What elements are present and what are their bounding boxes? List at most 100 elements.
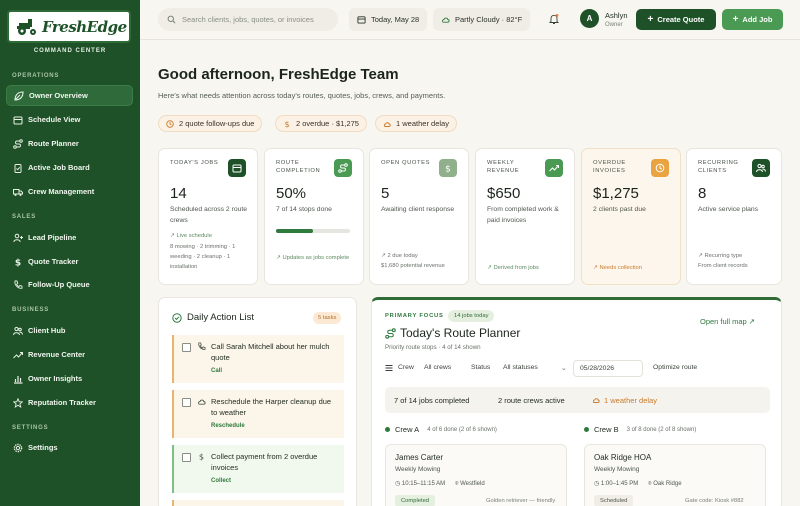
route-stats-bar: 7 of 14 jobs completed 2 route crews act…: [385, 387, 770, 413]
sidebar-item-client-hub[interactable]: Client Hub: [6, 320, 133, 341]
sidebar-item-lead-pipeline[interactable]: Lead Pipeline: [6, 227, 133, 248]
date-pill[interactable]: Today, May 28: [349, 8, 428, 31]
sidebar-item-label: Client Hub: [28, 326, 66, 335]
crew-meta: 4 of 6 done (2 of 6 shown): [427, 426, 497, 433]
card-label: TODAY'S JOBS: [170, 160, 219, 166]
sidebar-item-route-planner[interactable]: Route Planner: [6, 133, 133, 154]
task-item[interactable]: [172, 500, 344, 506]
task-tag: Call: [211, 368, 223, 374]
task-text: Reschedule the Harper cleanup due to wea…: [211, 397, 332, 417]
kpi-card-todays-jobs[interactable]: TODAY'S JOBS 14 Scheduled across 2 route…: [158, 148, 258, 285]
sidebar-item-label: Quote Tracker: [28, 257, 79, 266]
alert-chip-label: 2 overdue · $1,275: [296, 119, 359, 128]
task-checkbox[interactable]: [182, 398, 191, 407]
date-label: Today, May 28: [371, 15, 420, 24]
plus-icon: +: [647, 14, 654, 25]
task-checkbox[interactable]: [182, 453, 191, 462]
kpi-card-open-quotes[interactable]: OPEN QUOTES $ 5 Awaiting client response…: [369, 148, 469, 285]
progress-fill: [276, 229, 313, 233]
trend-icon: [13, 350, 23, 360]
plus-icon: +: [732, 14, 739, 25]
status-dot: [385, 427, 390, 432]
alert-chip-overdue[interactable]: $ 2 overdue · $1,275: [275, 115, 367, 132]
job-card[interactable]: James Carter Weekly Mowing ◷ 10:15–11:15…: [385, 444, 567, 506]
card-label: WEEKLY REVENUE: [487, 160, 520, 174]
bell-icon[interactable]: [548, 13, 560, 25]
crew-name: Crew B: [594, 425, 619, 434]
sidebar-item-follow-up-queue[interactable]: Follow-Up Queue: [6, 274, 133, 295]
route-planner-panel: PRIMARY FOCUS 14 jobs today Today's Rout…: [371, 297, 782, 506]
kpi-card-overdue-invoices[interactable]: OVERDUE INVOICES $1,275 2 clients past d…: [581, 148, 681, 285]
section-label-settings: SETTINGS: [12, 425, 49, 431]
card-breakdown: ↗ Recurring type From client records: [698, 253, 748, 269]
job-time-row: ◷ 10:15–11:15 AM ⌾ Westfield: [395, 480, 485, 488]
crew-name: Crew A: [395, 425, 420, 434]
optimize-route-button[interactable]: Optimize route: [653, 364, 697, 371]
card-breakdown: 8 mowing · 2 trimming · 1 weeding · 2 cl…: [170, 244, 236, 270]
sidebar-item-crew-management[interactable]: Crew Management: [6, 181, 133, 202]
job-card[interactable]: Oak Ridge HOA Weekly Mowing ◷ 1:00–1:45 …: [584, 444, 766, 506]
add-job-button[interactable]: + Add Job: [722, 9, 783, 30]
sidebar-item-owner-overview[interactable]: Owner Overview: [6, 85, 133, 106]
top-bar: Search clients, jobs, quotes, or invoice…: [140, 0, 800, 40]
section-label-operations: OPERATIONS: [12, 73, 60, 79]
kpi-card-route-completion[interactable]: ROUTE COMPLETION 50% 7 of 14 stops done …: [264, 148, 364, 285]
open-full-map-link[interactable]: Open full map ↗: [700, 317, 755, 326]
avatar[interactable]: A: [580, 9, 599, 28]
sidebar-item-schedule-view[interactable]: Schedule View: [6, 109, 133, 130]
search-input[interactable]: Search clients, jobs, quotes, or invoice…: [158, 8, 338, 31]
date-input[interactable]: 05/28/2026: [573, 360, 643, 377]
dollar-icon: $: [284, 120, 289, 128]
cloud-icon: [592, 398, 600, 403]
kpi-card-weekly-revenue[interactable]: WEEKLY REVENUE $650 From completed work …: [475, 148, 575, 285]
sidebar-item-reputation-tracker[interactable]: Reputation Tracker: [6, 392, 133, 413]
brand-logo[interactable]: FreshEdge LANDSCAPING CO.: [7, 10, 131, 47]
search-icon: [167, 15, 176, 24]
create-quote-button[interactable]: + Create Quote: [636, 9, 716, 30]
crew-b-header[interactable]: Crew B 3 of 8 done (2 of 8 shown): [584, 425, 696, 434]
sidebar-item-settings[interactable]: Settings: [6, 437, 133, 458]
task-item[interactable]: $ Collect payment from 2 overdue invoice…: [172, 445, 344, 493]
planner-filters: Crew All crews Status All statuses ⌄ 05/…: [385, 360, 770, 377]
job-type: Weekly Mowing: [594, 466, 640, 473]
task-item[interactable]: Reschedule the Harper cleanup due to wea…: [172, 390, 344, 438]
card-breakdown: ↗ 2 due today $1,680 potential revenue: [381, 253, 445, 269]
users-icon: [752, 159, 770, 177]
daily-action-list: Daily Action List 5 tasks Call Sarah Mit…: [158, 297, 357, 506]
brand-name: FreshEdge: [42, 17, 127, 36]
truck-icon: [13, 187, 23, 197]
user-plus-icon: [13, 233, 23, 243]
status-select[interactable]: All statuses: [503, 364, 538, 371]
cloud-icon: [442, 17, 450, 23]
cloud-icon: [383, 121, 391, 127]
alert-chip-quotes[interactable]: 2 quote follow-ups due: [158, 115, 263, 132]
sidebar-item-active-job-board[interactable]: Active Job Board: [6, 157, 133, 178]
alert-chip-label: 1 weather delay: [396, 119, 449, 128]
task-item[interactable]: Call Sarah Mitchell about her mulch quot…: [172, 335, 344, 383]
users-icon: [13, 326, 23, 336]
sidebar-item-label: Owner Insights: [28, 374, 83, 383]
sidebar-item-quote-tracker[interactable]: $ Quote Tracker: [6, 251, 133, 272]
weather-pill[interactable]: Partly Cloudy · 82°F: [433, 8, 531, 31]
svg-text:$: $: [284, 120, 289, 128]
card-footnote: ↗ Live schedule: [170, 233, 212, 239]
page-subtitle: Here's what needs attention across today…: [158, 91, 446, 100]
task-checkbox[interactable]: [182, 343, 191, 352]
crew-a-header[interactable]: Crew A 4 of 6 done (2 of 6 shown): [385, 425, 497, 434]
crew-select[interactable]: All crews: [424, 364, 451, 371]
leaf-icon: [14, 90, 24, 101]
dollar-icon: $: [13, 257, 23, 267]
alert-chip-weather[interactable]: 1 weather delay: [375, 115, 457, 132]
bar-chart-icon: [13, 374, 23, 384]
route-progress-bar: [276, 229, 350, 233]
sidebar-item-label: Lead Pipeline: [28, 233, 77, 242]
kpi-card-recurring-clients[interactable]: RECURRING CLIENTS 8 Active service plans…: [686, 148, 782, 285]
job-client: James Carter: [395, 453, 444, 462]
sidebar-item-revenue-center[interactable]: Revenue Center: [6, 344, 133, 365]
route-icon: [385, 328, 396, 339]
job-place: Oak Ridge: [653, 481, 682, 487]
sidebar-item-owner-insights[interactable]: Owner Insights: [6, 368, 133, 389]
clock-icon: [651, 159, 669, 177]
crew-filter-label: Crew: [398, 364, 414, 371]
section-label-sales: SALES: [12, 214, 37, 220]
